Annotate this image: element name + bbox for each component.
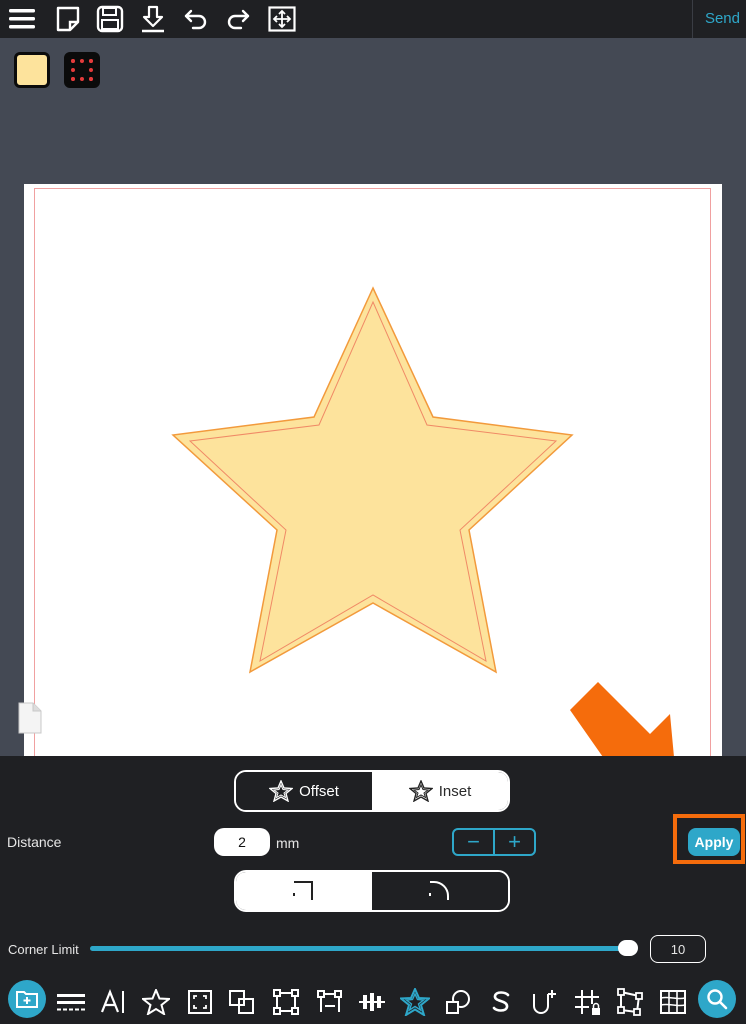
- weld-icon[interactable]: [528, 986, 560, 1018]
- warp-icon[interactable]: [614, 986, 646, 1018]
- layers-icon[interactable]: [55, 986, 87, 1018]
- tab-offset-label: Offset: [299, 782, 339, 800]
- round-corner-icon: [429, 881, 449, 900]
- decrease-button[interactable]: −: [454, 830, 495, 854]
- text-icon[interactable]: [98, 986, 130, 1018]
- distance-stepper: − +: [452, 828, 536, 856]
- s-icon[interactable]: [485, 986, 517, 1018]
- corner-round-option[interactable]: [372, 872, 508, 910]
- top-toolbar: Send: [0, 0, 746, 38]
- new-page-icon[interactable]: [52, 3, 84, 35]
- distance-unit: mm: [276, 835, 300, 851]
- node-icon[interactable]: [313, 986, 345, 1018]
- redo-icon[interactable]: [222, 3, 254, 35]
- grid-lock-icon[interactable]: [571, 986, 603, 1018]
- offset-mode-toggle: Offset Inset: [234, 770, 510, 812]
- crop-icon[interactable]: [270, 986, 302, 1018]
- toolbar-divider: [692, 0, 693, 38]
- table-icon[interactable]: [657, 986, 689, 1018]
- fill-color-swatch[interactable]: [14, 52, 50, 88]
- align-icon[interactable]: [356, 986, 388, 1018]
- star-shape[interactable]: [24, 184, 722, 756]
- search-icon[interactable]: [698, 980, 736, 1018]
- corner-limit-input[interactable]: 10: [650, 935, 706, 963]
- offset-star-icon[interactable]: [399, 986, 431, 1018]
- distance-label: Distance: [7, 834, 62, 850]
- tab-inset-label: Inset: [438, 782, 472, 800]
- inset-star-outline-icon: [408, 780, 433, 802]
- menu-icon[interactable]: [6, 3, 38, 35]
- offset-star-outline-icon: [269, 780, 294, 802]
- corner-style-toggle: [234, 870, 510, 912]
- corner-limit-slider-thumb[interactable]: [618, 940, 638, 956]
- outline-pattern: [71, 59, 93, 81]
- fit-icon[interactable]: [266, 3, 298, 35]
- send-button[interactable]: Send: [705, 10, 740, 27]
- undo-icon[interactable]: [180, 3, 212, 35]
- duplicate-icon[interactable]: [226, 986, 258, 1018]
- apply-button[interactable]: Apply: [688, 828, 740, 856]
- corner-limit-slider[interactable]: [90, 946, 636, 951]
- increase-button[interactable]: +: [495, 830, 534, 854]
- design-canvas[interactable]: [24, 184, 722, 768]
- shapes-icon[interactable]: [442, 986, 474, 1018]
- frame-icon[interactable]: [184, 986, 216, 1018]
- outline-color-swatch[interactable]: [64, 52, 100, 88]
- corner-sharp-option[interactable]: [236, 872, 372, 910]
- corner-limit-label: Corner Limit: [8, 942, 79, 957]
- page-icon[interactable]: [18, 702, 42, 739]
- tab-offset[interactable]: Offset: [236, 772, 372, 810]
- tab-inset[interactable]: Inset: [372, 772, 508, 810]
- save-icon[interactable]: [94, 3, 126, 35]
- bottom-toolbar: [0, 980, 746, 1024]
- download-icon[interactable]: [137, 3, 169, 35]
- star-shape-icon[interactable]: [140, 986, 172, 1018]
- add-folder-icon[interactable]: [8, 980, 46, 1018]
- sharp-corner-icon: [293, 881, 313, 900]
- distance-input[interactable]: [214, 828, 270, 856]
